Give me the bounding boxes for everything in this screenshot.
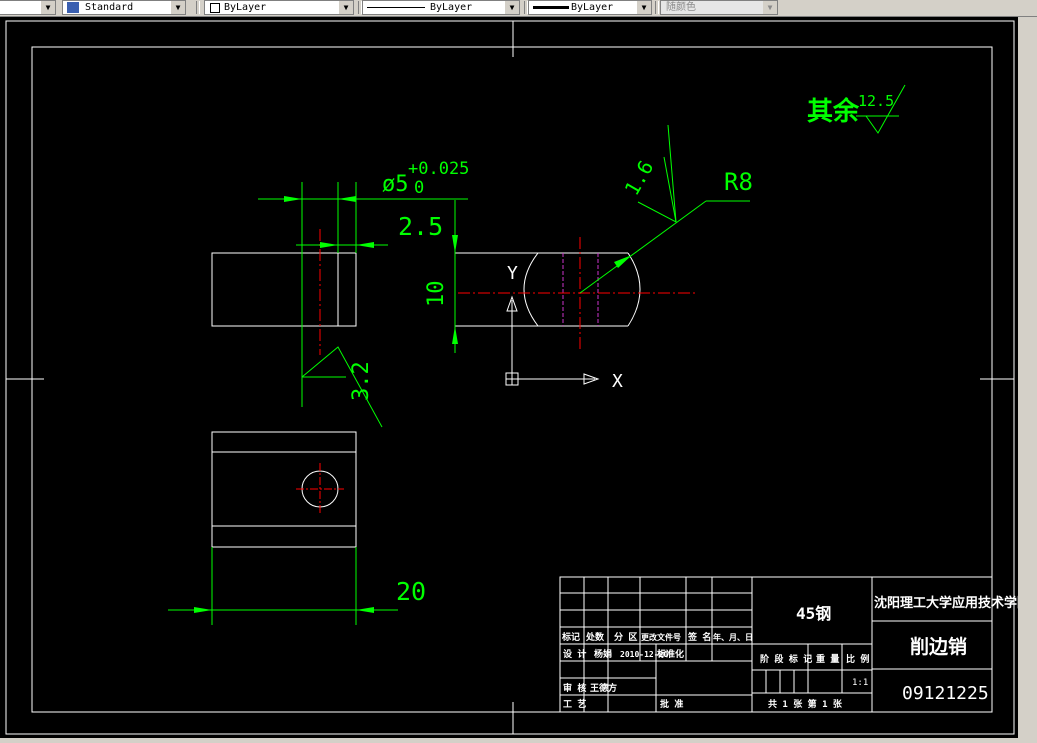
roughness-right: 1.6 bbox=[620, 156, 659, 199]
color-swatch-icon bbox=[210, 3, 220, 13]
tb-process: 工 艺 bbox=[563, 698, 586, 710]
chevron-down-icon[interactable]: ▼ bbox=[41, 1, 55, 14]
dimstyle-icon bbox=[67, 2, 79, 13]
tb-material: 45钢 bbox=[796, 604, 831, 623]
drawing-canvas[interactable]: ø5 +0.025 0 2.5 3.2 10 1.6 R8 Y X 20 其余 … bbox=[0, 17, 1030, 738]
top-view bbox=[168, 431, 398, 625]
tb-weight: 重 量 bbox=[816, 653, 839, 665]
linetype-dropdown[interactable]: ByLayer ▼ bbox=[362, 0, 520, 15]
tb-review: 审 核 bbox=[563, 682, 586, 694]
lineweight-value: ByLayer bbox=[571, 2, 614, 13]
roughness-note: 其余 bbox=[807, 96, 860, 127]
tb-reviewer: 王德方 bbox=[590, 682, 617, 694]
plotstyle-value: 随颜色 bbox=[666, 2, 696, 13]
tb-hdr-date: 年、月、日 bbox=[713, 632, 753, 642]
dimstyle-value: Standard bbox=[85, 2, 134, 13]
separator bbox=[196, 1, 200, 14]
ucs-icon bbox=[505, 295, 600, 386]
dim-offset: 2.5 bbox=[398, 212, 443, 241]
roughness-note-value: 12.5 bbox=[858, 92, 894, 110]
tb-hdr-sign: 签 名 bbox=[687, 631, 711, 643]
tb-hdr-count: 处数 bbox=[585, 631, 605, 643]
tb-part-name: 削边销 bbox=[910, 635, 967, 658]
tb-approve: 批 准 bbox=[660, 698, 683, 710]
workspace-dropdown[interactable]: ▼ bbox=[0, 0, 56, 15]
sheet-frame bbox=[5, 20, 1015, 735]
chevron-down-icon[interactable]: ▼ bbox=[339, 1, 353, 14]
right-scrollbar[interactable] bbox=[1018, 17, 1037, 743]
layer-value: ByLayer bbox=[224, 2, 267, 13]
properties-toolbar: ▼ Standard ▼ ByLayer ▼ ByLayer ▼ ByLayer… bbox=[0, 0, 1037, 17]
ucs-y-label: Y bbox=[507, 263, 518, 284]
chevron-down-icon[interactable]: ▼ bbox=[505, 1, 519, 14]
ucs-x-label: X bbox=[612, 371, 623, 392]
lineweight-preview-icon bbox=[533, 6, 569, 9]
tb-sheets: 共 1 张 第 1 张 bbox=[768, 698, 843, 710]
lineweight-dropdown[interactable]: ByLayer ▼ bbox=[528, 0, 652, 15]
separator bbox=[655, 1, 659, 14]
side-view bbox=[452, 124, 750, 353]
tb-designer: 杨娟 bbox=[594, 648, 612, 660]
tb-scale: 1:1 bbox=[852, 678, 868, 688]
chevron-down-icon[interactable]: ▼ bbox=[171, 1, 185, 14]
bottom-edge bbox=[0, 738, 1018, 743]
dim-radius: R8 bbox=[724, 168, 753, 196]
tb-drawing-no: 09121225 bbox=[902, 683, 989, 704]
dim-height: 10 bbox=[424, 281, 449, 308]
tol-upper: +0.025 bbox=[408, 159, 469, 179]
layer-dropdown[interactable]: ByLayer ▼ bbox=[204, 0, 354, 15]
linetype-value: ByLayer bbox=[430, 2, 473, 13]
tb-stage: 阶 段 标 记 bbox=[760, 653, 812, 665]
roughness-left: 3.2 bbox=[349, 361, 374, 401]
dimstyle-dropdown[interactable]: Standard ▼ bbox=[62, 0, 186, 15]
tb-hdr-doc: 更改文件号 bbox=[641, 632, 681, 642]
tb-ratio: 比 例 bbox=[846, 653, 869, 665]
tb-standardize: 标准化 bbox=[656, 648, 684, 660]
tb-school: 沈阳理工大学应用技术学院 bbox=[874, 595, 1018, 611]
tb-hdr-zone: 分 区 bbox=[614, 631, 637, 643]
chevron-down-icon[interactable]: ▼ bbox=[763, 1, 777, 14]
linetype-preview-icon bbox=[367, 7, 425, 8]
chevron-down-icon[interactable]: ▼ bbox=[637, 1, 651, 14]
dim-diameter: ø5 bbox=[382, 172, 409, 197]
plotstyle-dropdown[interactable]: 随颜色 ▼ bbox=[660, 0, 778, 15]
tb-design: 设 计 bbox=[563, 648, 586, 660]
dim-width: 20 bbox=[396, 577, 426, 606]
tol-lower: 0 bbox=[414, 178, 424, 198]
tb-hdr-mark: 标记 bbox=[561, 631, 580, 643]
